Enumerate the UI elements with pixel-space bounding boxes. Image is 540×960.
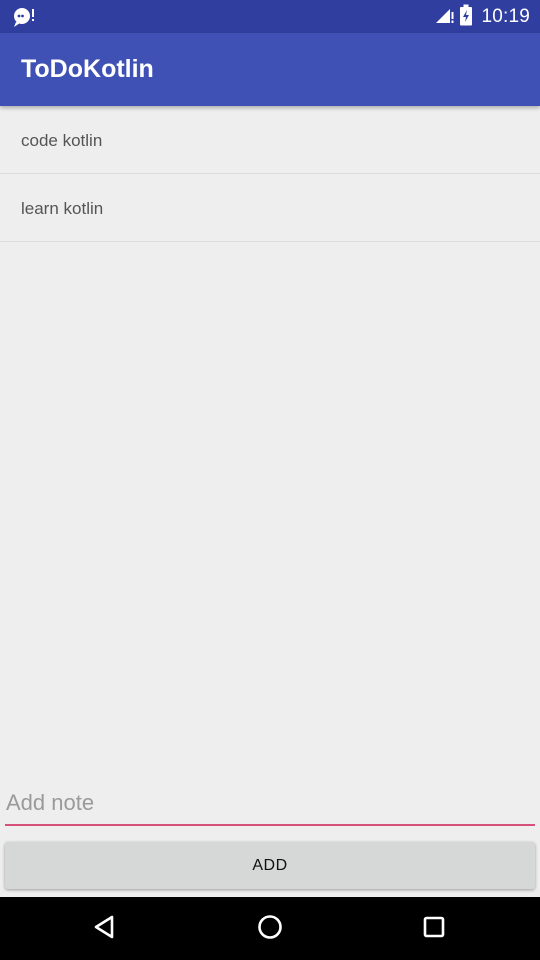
home-icon: [257, 914, 283, 944]
battery-icon: [459, 4, 473, 30]
notification-icon: [12, 6, 36, 28]
app-bar: ToDoKotlin: [0, 33, 540, 106]
screen: 10:19 ToDoKotlin code kotlin learn kotli…: [0, 0, 540, 960]
nav-bar: [0, 897, 540, 960]
list-item[interactable]: code kotlin: [0, 106, 540, 174]
status-bar: 10:19: [0, 0, 540, 33]
app-title: ToDoKotlin: [21, 55, 154, 83]
back-icon: [92, 914, 118, 944]
home-button[interactable]: [230, 897, 310, 960]
status-right: 10:19: [431, 0, 530, 33]
add-button[interactable]: ADD: [5, 842, 535, 889]
back-button[interactable]: [65, 897, 145, 960]
list-item[interactable]: learn kotlin: [0, 174, 540, 242]
status-time: 10:19: [481, 5, 530, 27]
todo-list: code kotlin learn kotlin: [0, 106, 540, 242]
signal-icon: [435, 6, 455, 28]
recents-button[interactable]: [394, 897, 474, 960]
recents-icon: [422, 915, 446, 943]
add-note-input[interactable]: [5, 782, 535, 826]
